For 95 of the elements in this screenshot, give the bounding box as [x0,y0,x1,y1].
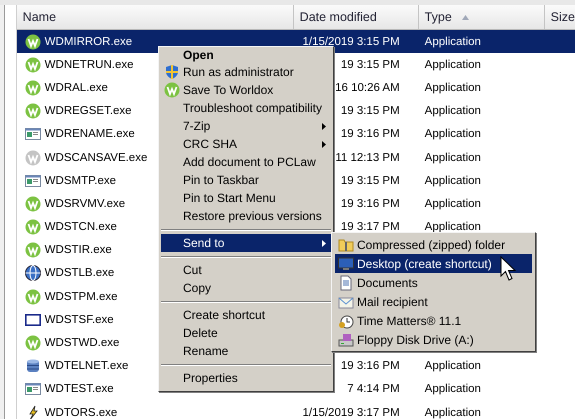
file-type: Application [424,58,481,71]
file-name[interactable]: WDSMTP.exe [44,174,116,187]
file-name[interactable]: WDSCANSAVE.exe [44,152,148,164]
w-logo-icon [24,242,41,258]
menu-item[interactable]: Create shortcut [161,306,331,324]
date-modified: 19 3:16 PM [340,360,400,372]
file-type: Application [424,36,481,48]
file-name[interactable]: WDSTPM.exe [44,290,118,303]
menu-item[interactable]: Delete [161,324,331,342]
file-type: Application [424,82,481,94]
file-type: Application [424,383,481,396]
drive-icon [338,332,354,348]
globe-icon [24,265,41,282]
w-logo-icon [24,150,41,166]
file-type: Application [424,128,481,140]
file-name[interactable]: WDRENAME.exe [44,128,135,140]
file-name[interactable]: WDSTLB.exe [44,267,114,280]
w-logo-icon [24,103,41,120]
file-type: Application [424,221,481,234]
date-modified: 19 3:16 PM [340,128,400,140]
document-icon [338,274,354,290]
menu-item[interactable]: Desktop (create shortcut) [335,254,532,273]
w-logo-icon [24,335,41,352]
file-type: Application [424,406,481,419]
submenu-arrow-icon [322,140,326,148]
file-name[interactable]: WDNETRUN.exe [44,58,134,71]
w-logo-icon [24,56,41,73]
date-modified: 11 12:13 PM [335,152,400,164]
file-name[interactable]: WDTELNET.exe [44,360,128,372]
menu-item[interactable]: Documents [335,273,532,292]
date-modified: 7 4:14 PM [347,383,400,396]
column-header[interactable]: Date modified [294,5,419,29]
date-modified: 16 10:26 AM [335,82,400,94]
file-type: Application [424,174,481,187]
w-logo-icon [164,82,180,98]
w-logo-icon [24,288,41,305]
w-logo-icon [24,80,41,96]
menu-item[interactable]: Floppy Disk Drive (A:) [335,330,532,349]
menu-item[interactable]: Restore previous versions [161,207,331,225]
menu-item[interactable]: Send to [161,234,331,252]
menu-item[interactable]: Mail recipient [335,292,532,311]
shield-icon [164,64,180,80]
file-type: Application [424,152,481,164]
column-header[interactable]: Type [418,5,545,29]
menu-item[interactable]: Copy [161,279,331,297]
file-name[interactable]: WDMIRROR.exe [44,36,132,48]
file-name[interactable]: WDSTCN.exe [44,221,117,234]
date-modified: 1/15/2019 3:17 PM [302,406,400,419]
file-name[interactable]: WDRAL.exe [44,82,108,94]
w-logo-icon [24,219,41,236]
submenu-arrow-icon [322,240,326,246]
date-modified: 19 3:15 PM [340,58,400,71]
menu-item[interactable]: Rename [161,342,331,360]
menu-item[interactable]: Properties [161,369,331,387]
app-window-icon [24,172,41,189]
submenu-arrow-icon [322,122,326,130]
date-modified: 19 3:17 PM [340,221,400,234]
file-name[interactable]: WDSTSF.exe [44,314,114,326]
column-header[interactable]: Name [16,5,294,29]
w-logo-icon [24,196,41,212]
menu-item[interactable]: CRC SHA [161,135,331,153]
file-type: Application [424,105,481,118]
zip-folder-icon [338,236,354,252]
menu-item[interactable]: Compressed (zipped) folder [335,235,532,254]
date-modified: 19 3:16 PM [340,198,400,210]
menu-item[interactable]: Run as administrator [161,63,331,81]
file-name[interactable]: WDSRVMV.exe [44,198,126,210]
date-modified: 19 3:15 PM [340,105,400,118]
app-window-icon [24,126,41,142]
file-type: Application [424,198,481,210]
menu-item[interactable]: Troubleshoot compatibility [161,99,331,117]
file-name[interactable]: WDTORS.exe [44,406,118,419]
menu-item[interactable]: Save To Worldox [161,81,331,99]
w-logo-icon [24,34,41,50]
window-frame-icon [24,312,41,328]
date-modified: 1/15/2019 3:15 PM [302,36,400,48]
file-name[interactable]: WDREGSET.exe [44,105,132,118]
menu-item[interactable]: Cut [161,261,331,279]
date-modified: 19 3:15 PM [340,174,400,187]
menu-item[interactable]: Pin to Start Menu [161,189,331,207]
file-name[interactable]: WDSTWD.exe [44,337,120,350]
database-icon [24,358,41,374]
menu-item[interactable]: Time Matters® 11.1 [335,311,532,330]
file-name[interactable]: WDTEST.exe [44,383,114,396]
clock-icon [338,312,354,328]
column-header[interactable]: Size [544,5,575,29]
app-window-icon [24,381,41,398]
mouse-pointer-icon [500,256,516,282]
menu-item[interactable]: Pin to Taskbar [161,171,331,189]
menu-item[interactable]: Add document to PCLaw [161,153,331,171]
file-name[interactable]: WDSTIR.exe [44,244,112,256]
file-type: Application [424,360,481,372]
menu-item[interactable]: 7-Zip [161,117,331,135]
monitor-icon [338,256,354,272]
menu-item[interactable]: Open [161,47,331,63]
